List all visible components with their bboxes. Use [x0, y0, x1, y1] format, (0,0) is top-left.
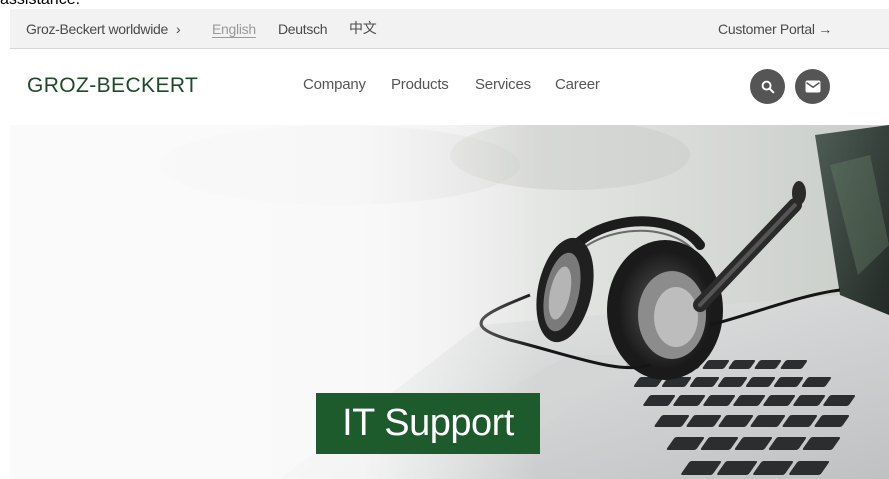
hero-banner: IT Support — [10, 125, 889, 479]
nav-company[interactable]: Company — [303, 76, 366, 93]
nav-career[interactable]: Career — [555, 76, 600, 93]
main-header: GROZ-BECKERT Company Products Services C… — [10, 50, 889, 125]
search-icon — [761, 80, 774, 93]
mail-button[interactable] — [795, 69, 830, 104]
customer-portal-link[interactable]: Customer Portal → — [718, 9, 832, 49]
top-utility-bar: Groz-Beckert worldwide › English Deutsch… — [10, 9, 889, 49]
customer-portal-label: Customer Portal — [718, 21, 815, 37]
language-deutsch[interactable]: Deutsch — [278, 9, 328, 49]
worldwide-link[interactable]: Groz-Beckert worldwide — [26, 9, 168, 49]
mail-icon — [805, 80, 820, 93]
hero-title-badge: IT Support — [316, 393, 540, 454]
arrow-right-icon: → — [818, 21, 832, 37]
nav-services[interactable]: Services — [475, 76, 531, 93]
chevron-right-icon: › — [176, 21, 181, 37]
language-chinese[interactable]: 中文 — [349, 9, 377, 49]
clipped-top-text: assistance. — [0, 0, 260, 9]
nav-products[interactable]: Products — [391, 76, 449, 93]
language-english[interactable]: English — [212, 9, 256, 49]
groz-beckert-logo[interactable]: GROZ-BECKERT — [27, 74, 198, 98]
search-button[interactable] — [750, 69, 785, 104]
